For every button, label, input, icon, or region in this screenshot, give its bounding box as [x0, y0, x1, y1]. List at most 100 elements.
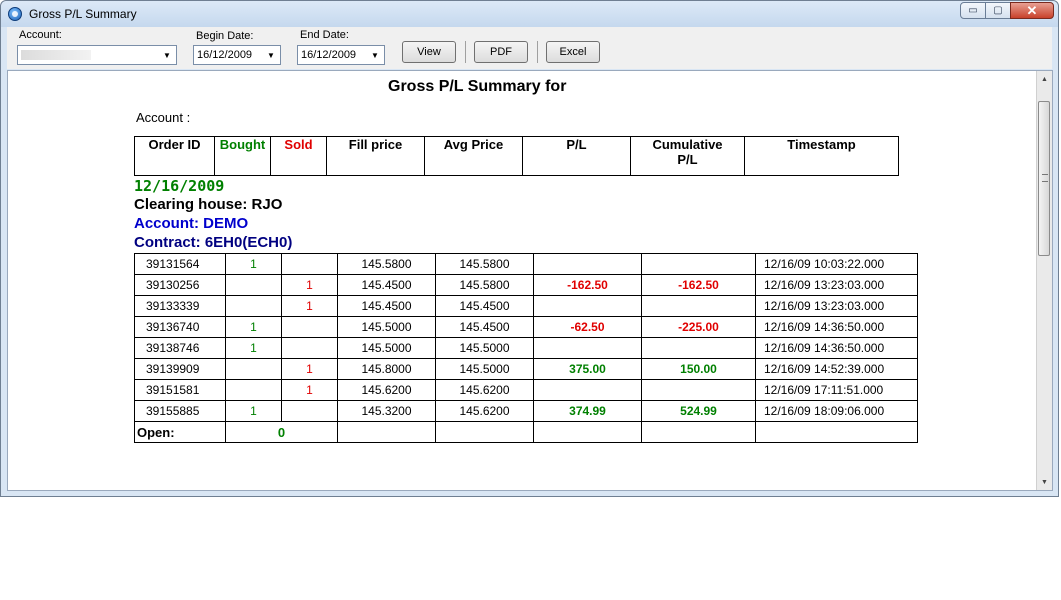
cell-cumulative-pl: -162.50 — [641, 274, 756, 296]
cell-order-id: 39131564 — [134, 253, 226, 275]
cell-fill-price: 145.3200 — [337, 400, 436, 422]
maximize-button[interactable]: ▢ — [985, 2, 1011, 19]
pdf-button[interactable]: PDF — [474, 41, 528, 63]
cell-cumulative-pl — [641, 337, 756, 359]
excel-button[interactable]: Excel — [546, 41, 600, 63]
maximize-icon: ▢ — [993, 5, 1003, 16]
report-viewer: Gross P/L Summary for Account : Order ID… — [7, 70, 1053, 491]
header-order-id: Order ID — [134, 136, 215, 176]
scroll-up-icon[interactable]: ▲ — [1037, 71, 1052, 87]
cell-bought: 1 — [225, 316, 282, 338]
cell-order-id: 39136740 — [134, 316, 226, 338]
view-button[interactable]: View — [402, 41, 456, 63]
toolbar: Account: ▼ Begin Date: 16/12/2009 ▼ End … — [7, 27, 1052, 69]
cell-order-id: 39133339 — [134, 295, 226, 317]
header-table: Order ID Bought Sold Fill price Avg Pric… — [134, 136, 899, 176]
cell-fill-price: 145.5800 — [337, 253, 436, 275]
cell-pl: 374.99 — [533, 400, 642, 422]
cell-sold: 1 — [281, 295, 338, 317]
cell-timestamp: 12/16/09 17:11:51.000 — [755, 379, 918, 401]
cell-cumulative-pl — [641, 253, 756, 275]
begin-date-value: 16/12/2009 — [197, 49, 253, 61]
open-label: Open: — [134, 421, 226, 443]
cell-sold — [281, 337, 338, 359]
account-label: Account: — [19, 29, 62, 41]
window-controls: ▭ ▢ ✕ — [960, 2, 1054, 19]
cell-timestamp: 12/16/09 18:09:06.000 — [755, 400, 918, 422]
cell-avg-price: 145.5800 — [435, 253, 534, 275]
cell-timestamp: 12/16/09 14:52:39.000 — [755, 358, 918, 380]
header-cumulative-pl: Cumulative P/L — [630, 136, 745, 176]
group-contract: Contract: 6EH0(ECH0) — [134, 234, 293, 251]
table-row: 39139909 1 145.8000 145.5000 375.00 150.00 12/… — [134, 358, 918, 380]
cell-order-id: 39151581 — [134, 379, 226, 401]
report-title: Gross P/L Summary for — [388, 78, 567, 95]
cell-bought: 1 — [225, 400, 282, 422]
cell-sold: 1 — [281, 358, 338, 380]
header-timestamp: Timestamp — [744, 136, 899, 176]
cell-bought: 1 — [225, 337, 282, 359]
scroll-thumb[interactable] — [1038, 101, 1050, 256]
app-icon — [8, 7, 22, 21]
cell-pl: -62.50 — [533, 316, 642, 338]
close-button[interactable]: ✕ — [1010, 2, 1054, 19]
cell-avg-price: 145.4500 — [435, 295, 534, 317]
cell-avg-price: 145.5000 — [435, 337, 534, 359]
open-row: Open: 0 — [134, 421, 918, 443]
open-empty-cell — [641, 421, 756, 443]
cell-order-id: 39155885 — [134, 400, 226, 422]
header-bought: Bought — [214, 136, 271, 176]
cell-order-id: 39130256 — [134, 274, 226, 296]
cell-sold: 1 — [281, 379, 338, 401]
minimize-icon: ▭ — [968, 5, 978, 16]
table-row: 39133339 1 145.4500 145.4500 12/16/09 13:23:… — [134, 295, 918, 317]
scroll-down-icon[interactable]: ▼ — [1037, 474, 1052, 490]
cell-sold: 1 — [281, 274, 338, 296]
cell-fill-price: 145.5000 — [337, 316, 436, 338]
account-dropdown[interactable]: ▼ — [17, 45, 177, 65]
cell-timestamp: 12/16/09 10:03:22.000 — [755, 253, 918, 275]
open-empty-cell — [435, 421, 534, 443]
cell-bought — [225, 358, 282, 380]
cell-avg-price: 145.4500 — [435, 316, 534, 338]
cell-avg-price: 145.5800 — [435, 274, 534, 296]
cell-order-id: 39139909 — [134, 358, 226, 380]
group-clearing-house: Clearing house: RJO — [134, 196, 283, 213]
cell-timestamp: 12/16/09 13:23:03.000 — [755, 274, 918, 296]
table-row: 39151581 1 145.6200 145.6200 12/16/09 17:11:… — [134, 379, 918, 401]
vertical-scrollbar[interactable]: ▲ ▼ — [1036, 71, 1052, 490]
title-bar: Gross P/L Summary ▭ ▢ ✕ — [1, 1, 1058, 27]
cell-bought — [225, 295, 282, 317]
header-avg-price: Avg Price — [424, 136, 523, 176]
cell-fill-price: 145.5000 — [337, 337, 436, 359]
open-empty-cell — [755, 421, 918, 443]
chevron-down-icon: ▼ — [163, 50, 171, 60]
cell-pl — [533, 379, 642, 401]
cell-pl: 375.00 — [533, 358, 642, 380]
cell-bought — [225, 274, 282, 296]
cell-cumulative-pl: 524.99 — [641, 400, 756, 422]
group-account: Account: DEMO — [134, 215, 249, 232]
cell-timestamp: 12/16/09 14:36:50.000 — [755, 337, 918, 359]
cell-bought: 1 — [225, 253, 282, 275]
end-date-label: End Date: — [300, 29, 349, 41]
orders-table: 39131564 1 145.5800 145.5800 12/16/09 10:03:… — [134, 253, 918, 443]
cell-sold — [281, 253, 338, 275]
begin-date-label: Begin Date: — [196, 30, 254, 42]
header-fill-price: Fill price — [326, 136, 425, 176]
table-row: 39131564 1 145.5800 145.5800 12/16/09 10:03:… — [134, 253, 918, 275]
begin-date-picker[interactable]: 16/12/2009 ▼ — [193, 45, 281, 65]
table-row: 39155885 1 145.3200 145.6200 374.99 524.99 12/… — [134, 400, 918, 422]
cell-timestamp: 12/16/09 14:36:50.000 — [755, 316, 918, 338]
cell-cumulative-pl — [641, 379, 756, 401]
open-empty-cell — [337, 421, 436, 443]
minimize-button[interactable]: ▭ — [960, 2, 986, 19]
end-date-picker[interactable]: 16/12/2009 ▼ — [297, 45, 385, 65]
table-row: 39130256 1 145.4500 145.5800 -162.50 -162.50 1… — [134, 274, 918, 296]
cell-fill-price: 145.6200 — [337, 379, 436, 401]
header-sold: Sold — [270, 136, 327, 176]
cell-sold — [281, 316, 338, 338]
cell-fill-price: 145.4500 — [337, 274, 436, 296]
toolbar-separator — [465, 41, 466, 63]
cell-pl: -162.50 — [533, 274, 642, 296]
